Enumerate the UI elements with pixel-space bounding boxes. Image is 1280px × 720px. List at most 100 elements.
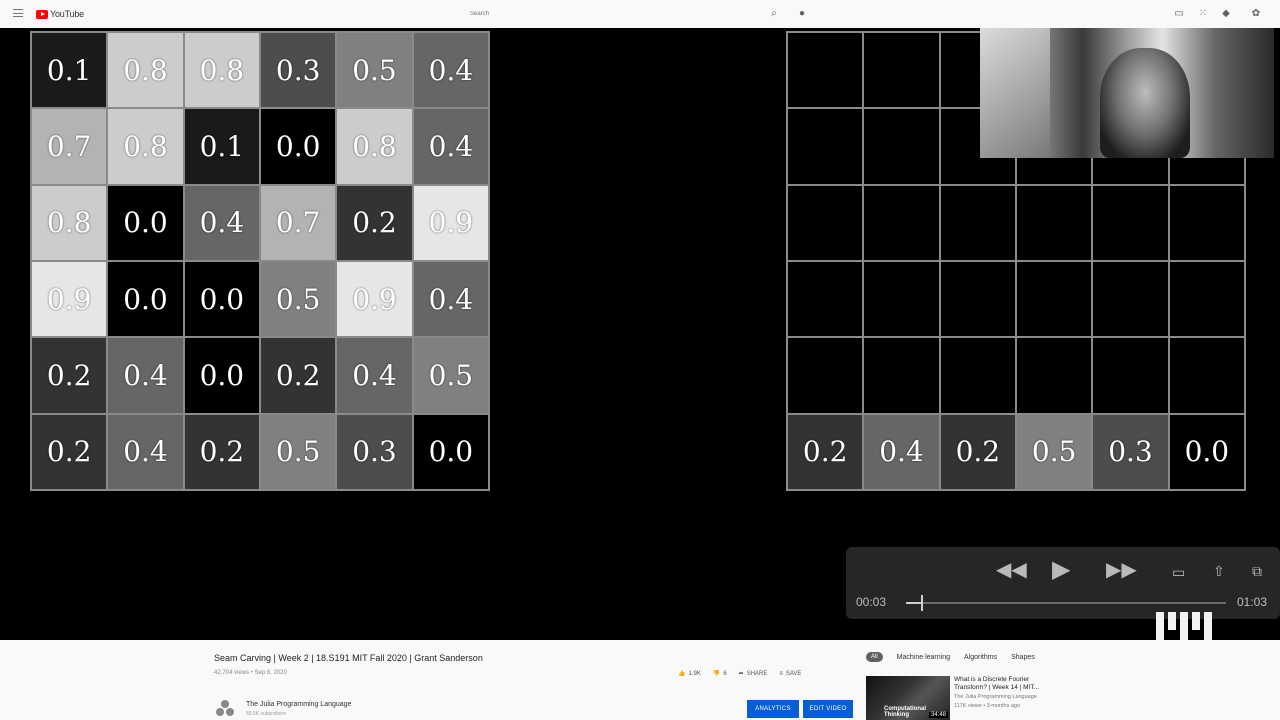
energy-grid-cell: 0.8 bbox=[31, 184, 108, 261]
energy-grid-cell: 0.2 bbox=[31, 413, 108, 490]
energy-grid-cell: 0.5 bbox=[260, 261, 337, 338]
energy-grid-cell: 0.4 bbox=[107, 413, 184, 490]
energy-grid-cell: 0.4 bbox=[412, 108, 489, 185]
cumulative-grid-cell bbox=[1016, 337, 1093, 414]
dislike-button[interactable]: 👎 6 bbox=[713, 670, 727, 678]
search-input[interactable] bbox=[470, 7, 760, 21]
airplay-icon[interactable]: ▭ bbox=[1172, 562, 1185, 582]
energy-grid-cell: 0.0 bbox=[183, 337, 260, 414]
energy-grid-cell: 0.1 bbox=[183, 108, 260, 185]
search-icon[interactable]: ⌕ bbox=[768, 8, 780, 20]
share-icon[interactable]: ⇧ bbox=[1213, 561, 1225, 581]
cumulative-grid-cell: 0.2 bbox=[787, 413, 864, 490]
notifications-icon[interactable]: ◆ bbox=[1220, 8, 1232, 20]
recommended-thumbnail[interactable]: Computational Thinking 34:48 bbox=[866, 676, 950, 720]
energy-grid-cell: 0.9 bbox=[412, 184, 489, 261]
cumulative-grid-cell bbox=[787, 337, 864, 414]
cumulative-grid-cell bbox=[863, 261, 940, 338]
cumulative-grid-cell bbox=[939, 261, 1016, 338]
play-icon[interactable]: ▶ bbox=[1052, 558, 1070, 582]
video-title: Seam Carving | Week 2 | 18.S191 MIT Fall… bbox=[214, 653, 483, 663]
logo-text: YouTube bbox=[50, 9, 84, 19]
energy-grid-cell: 0.8 bbox=[107, 108, 184, 185]
channel-name[interactable]: The Julia Programming Language bbox=[246, 701, 351, 708]
energy-grid-cell: 0.4 bbox=[412, 261, 489, 338]
presenter-webcam bbox=[980, 28, 1274, 158]
energy-grid-cell: 0.3 bbox=[336, 413, 413, 490]
edit-video-button[interactable]: EDIT VIDEO bbox=[803, 700, 853, 718]
share-button[interactable]: ➦ SHARE bbox=[738, 670, 768, 678]
video-duration-badge: 34:48 bbox=[928, 712, 948, 718]
save-label: SAVE bbox=[785, 670, 802, 677]
cumulative-grid-cell bbox=[1092, 261, 1169, 338]
energy-grid-cell: 0.8 bbox=[336, 108, 413, 185]
energy-grid-cell: 0.8 bbox=[107, 32, 184, 109]
energy-grid-cell: 0.1 bbox=[31, 32, 108, 109]
video-actions: 👍 1.9K 👎 6 ➦ SHARE ≡ SAVE bbox=[678, 670, 801, 678]
energy-grid-cell: 0.0 bbox=[412, 413, 489, 490]
youtube-logo[interactable]: YouTube bbox=[36, 9, 84, 19]
thumbs-up-icon: 👍 bbox=[678, 671, 686, 677]
rewind-icon[interactable]: ◀◀ bbox=[996, 560, 1027, 580]
duration: 01:03 bbox=[1237, 595, 1268, 609]
channel-avatar[interactable] bbox=[216, 700, 234, 718]
account-icon[interactable]: ✿ bbox=[1250, 8, 1262, 20]
share-arrow-icon: ➦ bbox=[738, 671, 744, 677]
chip-all[interactable]: All bbox=[866, 652, 883, 662]
cumulative-grid-cell bbox=[787, 261, 864, 338]
fast-forward-icon[interactable]: ▶▶ bbox=[1106, 560, 1137, 580]
energy-grid-cell: 0.7 bbox=[31, 108, 108, 185]
youtube-play-icon bbox=[36, 9, 48, 19]
cumulative-grid-cell: 0.3 bbox=[1092, 413, 1169, 490]
chip-algorithms[interactable]: Algorithms bbox=[964, 654, 997, 661]
recommended-title[interactable]: What is a Discrete Fourier Transform? | … bbox=[954, 676, 1054, 692]
cumulative-grid-cell bbox=[787, 32, 864, 109]
mit-logo bbox=[1156, 612, 1212, 640]
cumulative-grid-cell bbox=[1168, 261, 1245, 338]
masthead: YouTube ⌕ ● ▭ ⁙ ◆ ✿ bbox=[0, 0, 1280, 28]
like-button[interactable]: 👍 1.9K bbox=[678, 670, 701, 678]
save-button[interactable]: ≡ SAVE bbox=[779, 671, 801, 677]
menu-icon[interactable] bbox=[13, 9, 23, 17]
pip-icon[interactable]: ⧉ bbox=[1252, 561, 1262, 581]
recommended-channel[interactable]: The Julia Programming Language bbox=[954, 694, 1037, 700]
energy-grid-cell: 0.2 bbox=[183, 413, 260, 490]
chip-shapes[interactable]: Shapes bbox=[1011, 654, 1035, 661]
energy-grid-cell: 0.2 bbox=[31, 337, 108, 414]
create-icon[interactable]: ▭ bbox=[1173, 8, 1185, 20]
energy-grid-cell: 0.0 bbox=[260, 108, 337, 185]
energy-grid-cell: 0.2 bbox=[260, 337, 337, 414]
energy-grid-cell: 0.5 bbox=[336, 32, 413, 109]
mic-icon[interactable]: ● bbox=[796, 8, 808, 20]
cumulative-grid-cell bbox=[863, 108, 940, 185]
cumulative-grid-cell: 0.2 bbox=[939, 413, 1016, 490]
cumulative-grid-cell bbox=[787, 184, 864, 261]
current-time: 00:03 bbox=[856, 595, 887, 609]
energy-grid-cell: 0.9 bbox=[31, 261, 108, 338]
cumulative-grid-cell bbox=[863, 184, 940, 261]
cumulative-grid-cell bbox=[1168, 337, 1245, 414]
channel-subscribers: 55.5K subscribers bbox=[246, 711, 287, 717]
related-chips: All Machine learning Algorithms Shapes bbox=[866, 652, 1035, 662]
energy-grid: 0.1 0.8 0.8 0.3 0.5 0.4 0.7 0.8 0.1 0.0 0.8 0.4 0.8 0… bbox=[30, 31, 490, 491]
like-count: 1.9K bbox=[688, 670, 701, 677]
energy-grid-cell: 0.8 bbox=[183, 32, 260, 109]
share-label: SHARE bbox=[746, 670, 768, 677]
energy-grid-cell: 0.4 bbox=[412, 32, 489, 109]
energy-grid-cell: 0.0 bbox=[183, 261, 260, 338]
energy-grid-cell: 0.4 bbox=[107, 337, 184, 414]
scrub-bar[interactable] bbox=[906, 602, 1226, 604]
energy-grid-cell: 0.7 bbox=[260, 184, 337, 261]
dislike-count: 6 bbox=[723, 670, 727, 677]
presenter-silhouette bbox=[1100, 48, 1190, 158]
energy-grid-cell: 0.4 bbox=[336, 337, 413, 414]
energy-grid-cell: 0.5 bbox=[260, 413, 337, 490]
chip-machine-learning[interactable]: Machine learning bbox=[897, 654, 950, 661]
cumulative-grid-cell bbox=[1168, 184, 1245, 261]
scrub-handle[interactable] bbox=[921, 595, 923, 611]
cumulative-grid-cell: 0.5 bbox=[1016, 413, 1093, 490]
analytics-button[interactable]: ANALYTICS bbox=[747, 700, 799, 718]
apps-icon[interactable]: ⁙ bbox=[1197, 8, 1209, 20]
recommended-views: 117K views • 3 months ago bbox=[954, 703, 1021, 709]
scrub-progress bbox=[906, 602, 922, 604]
